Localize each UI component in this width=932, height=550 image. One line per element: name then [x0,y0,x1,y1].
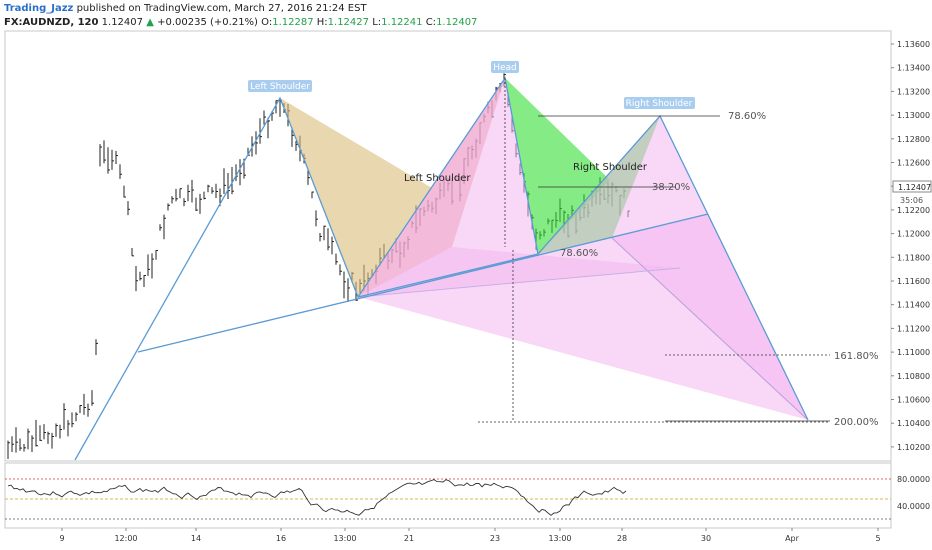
time-axis[interactable]: 9 12:00 14 16 13:00 21 23 13:00 28 30 Apr 5 [59,528,881,543]
price-tick-label: 1.10400 [897,419,930,428]
time-tick-label: 23 [490,534,500,543]
price-tick-label: 1.11400 [897,301,930,310]
time-tick-label: 12:00 [114,534,137,543]
price-chart[interactable]: Left Shoulder Head Right Shoulder Left S… [0,0,932,550]
price-tick-label: 1.12200 [897,206,930,215]
price-tick-label: 1.13000 [897,111,930,120]
price-tick-label: 1.10200 [897,443,930,452]
price-tick-label: 1.12000 [897,230,930,239]
price-tick-label: 1.11600 [897,277,930,286]
price-axis[interactable]: 1.13600 1.13400 1.13200 1.13000 1.12800 1.126… [891,40,930,452]
rsi-tick-40: 40.0000 [897,502,930,511]
right-shoulder-text[interactable]: Right Shoulder [573,162,648,173]
fib-200-label: 200.00% [834,417,879,428]
price-tick-label: 1.10600 [897,396,930,405]
price-tick-label: 1.11000 [897,348,930,357]
time-tick-label: Apr [785,534,800,543]
price-tick-label: 1.11200 [897,324,930,333]
right-shoulder-tag[interactable]: Right Shoulder [626,99,693,109]
fib-786-mid-label: 78.60% [560,248,598,259]
left-shoulder-tag[interactable]: Left Shoulder [250,82,310,92]
time-tick-label: 9 [59,534,64,543]
price-tick-label: 1.11800 [897,253,930,262]
price-tick-label: 1.12800 [897,135,930,144]
head-tag[interactable]: Head [493,63,517,73]
time-tick-label: 14 [191,534,201,543]
current-price-label: 1.12407 [898,183,931,192]
price-tick-label: 1.10800 [897,372,930,381]
rsi-tick-80: 80.0000 [897,475,930,484]
time-tick-label: 13:00 [333,534,356,543]
time-tick-label: 5 [875,534,880,543]
fib-786-top-label: 78.60% [728,111,766,122]
time-tick-label: 16 [276,534,286,543]
left-shoulder-text[interactable]: Left Shoulder [404,173,471,184]
harmonic-pattern[interactable] [280,78,809,421]
price-tick-label: 1.13200 [897,87,930,96]
fib-1618-label: 161.80% [834,351,879,362]
countdown-label: 35:06 [900,196,923,205]
rsi-pane[interactable] [5,478,891,520]
time-tick-label: 28 [617,534,627,543]
time-tick-label: 21 [404,534,414,543]
rsi-line [7,479,627,516]
price-tick-label: 1.13400 [897,64,930,73]
time-tick-label: 30 [701,534,711,543]
price-tick-label: 1.13600 [897,40,930,49]
rsi-pane-frame [4,462,892,529]
price-tick-label: 1.12600 [897,159,930,168]
time-tick-label: 13:00 [548,534,571,543]
fib-382-label: 38.20% [652,182,690,193]
